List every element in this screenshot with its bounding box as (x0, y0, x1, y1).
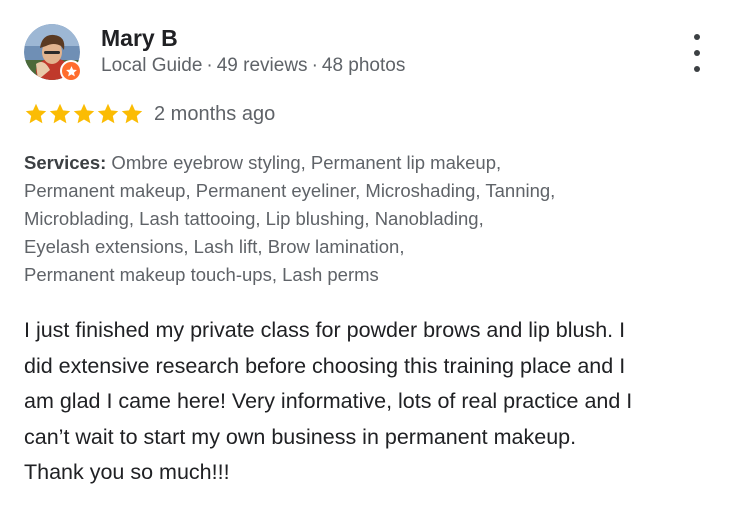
services-section: Services: Ombre eyebrow styling, Permane… (24, 149, 704, 289)
review-line: am glad I came here! Very informative, l… (24, 389, 633, 413)
star-icon (73, 103, 95, 124)
star-icon (121, 103, 143, 124)
review-line: Thank you so much!!! (24, 460, 230, 484)
star-rating (24, 102, 144, 126)
more-vert-icon (694, 50, 700, 56)
services-line: Microblading, Lash tattooing, Lip blushi… (24, 208, 484, 229)
services-line: Permanent makeup, Permanent eyeliner, Mi… (24, 180, 556, 201)
review-card: Mary B Local Guide · 49 reviews · 48 photos … (0, 0, 742, 521)
services-text: Ombre eyebrow styling, Permanent lip mak… (106, 152, 502, 173)
reviewer-photo-count: 48 photos (321, 55, 406, 76)
review-date: 2 months ago (154, 102, 276, 125)
services-line: Permanent makeup touch-ups, Lash perms (24, 264, 379, 285)
review-line: I just finished my private class for pow… (24, 318, 626, 342)
local-guide-star-icon (65, 65, 77, 76)
services-label: Services: (24, 152, 107, 173)
reviewer-meta[interactable]: Local Guide · 49 reviews · 48 photos (101, 55, 405, 77)
review-line: can’t wait to start my own business in p… (24, 424, 577, 449)
review-text: I just finished my private class for pow… (24, 313, 734, 491)
more-vert-icon (694, 66, 700, 72)
services-line: Eyelash extensions, Lash lift, Brow lami… (24, 236, 405, 257)
meta-separator: · (311, 55, 318, 76)
reviewer-role: Local Guide (101, 55, 203, 76)
more-vert-icon (694, 34, 700, 40)
rating-row: 2 months ago (24, 100, 275, 128)
star-icon (97, 103, 119, 124)
local-guide-badge (60, 60, 82, 82)
review-line: did extensive research before choosing t… (24, 353, 626, 378)
star-icon (49, 103, 71, 124)
meta-separator: · (206, 55, 213, 76)
services-line: Services: Ombre eyebrow styling, Permane… (24, 149, 704, 177)
reviewer-name[interactable]: Mary B (101, 25, 178, 52)
star-icon (25, 103, 47, 124)
avatar[interactable] (24, 24, 82, 82)
more-options-button[interactable] (684, 34, 710, 72)
reviewer-review-count: 49 reviews (216, 55, 308, 76)
